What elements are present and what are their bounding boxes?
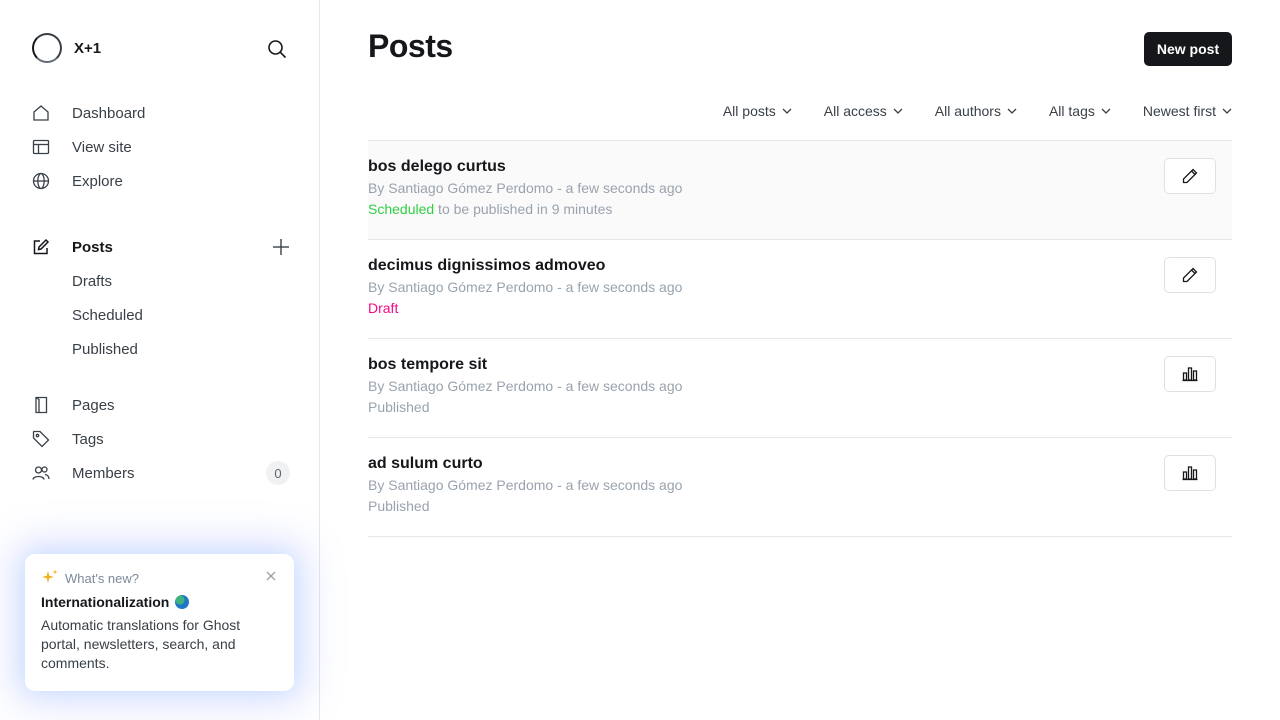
new-post-button[interactable]: New post <box>1144 32 1232 66</box>
main-content: Posts New post All posts All access All … <box>320 0 1280 720</box>
whats-new-title: Internationalization <box>41 594 170 610</box>
filter-tags-dropdown[interactable]: All tags <box>1049 103 1111 119</box>
filter-authors-dropdown[interactable]: All authors <box>935 103 1017 119</box>
sidebar-item-dashboard[interactable]: Dashboard <box>32 96 296 130</box>
status-label: Draft <box>368 300 399 316</box>
globe-emoji-icon <box>175 595 190 609</box>
post-list-item[interactable]: bos tempore sit By Santiago Gómez Perdom… <box>368 339 1232 438</box>
edit-post-button[interactable] <box>1164 257 1216 293</box>
chevron-down-icon <box>782 108 792 114</box>
sidebar-item-tags[interactable]: Tags <box>32 422 296 456</box>
post-meta: By Santiago Gómez Perdomo - a few second… <box>368 477 683 493</box>
post-analytics-button[interactable] <box>1164 455 1216 491</box>
sidebar-item-drafts[interactable]: Drafts <box>32 264 296 298</box>
status-label: Published <box>368 498 430 514</box>
edit-post-button[interactable] <box>1164 158 1216 194</box>
post-title: bos tempore sit <box>368 356 488 373</box>
pencil-icon <box>1182 168 1198 184</box>
filter-label: Newest first <box>1142 103 1216 119</box>
sidebar-item-view-site[interactable]: View site <box>32 130 296 164</box>
sidebar-item-label: Pages <box>72 396 115 414</box>
layout-icon <box>32 138 72 156</box>
sidebar-item-explore[interactable]: Explore <box>32 164 296 198</box>
whats-new-heading: What's new? <box>65 570 140 586</box>
filter-label: All access <box>823 103 887 119</box>
sidebar-item-label: View site <box>72 138 132 156</box>
status-detail: to be published in 9 minutes <box>434 201 613 217</box>
bar-chart-icon <box>1182 466 1198 481</box>
sidebar-item-label: Tags <box>72 430 104 448</box>
pencil-icon <box>1182 267 1198 283</box>
members-count-badge: 0 <box>266 461 290 485</box>
sidebar-item-label: Posts <box>72 238 113 256</box>
filter-label: All tags <box>1048 103 1095 119</box>
tag-icon <box>32 430 72 448</box>
sidebar-item-label: Published <box>72 340 138 358</box>
filter-sort-dropdown[interactable]: Newest first <box>1143 103 1232 119</box>
sidebar-item-members[interactable]: Members 0 <box>32 456 296 490</box>
close-icon[interactable] <box>266 568 280 582</box>
filter-label: All posts <box>722 103 776 119</box>
status-label: Published <box>368 399 430 415</box>
chevron-down-icon <box>1007 108 1017 114</box>
sidebar-item-label: Dashboard <box>72 104 146 122</box>
home-icon <box>32 104 72 122</box>
post-list-item[interactable]: ad sulum curto By Santiago Gómez Perdomo… <box>368 438 1232 537</box>
nav-posts: Posts Drafts Scheduled Published <box>32 230 296 366</box>
post-status: Published <box>368 498 1232 518</box>
plus-icon <box>273 239 289 255</box>
bar-chart-icon <box>1182 367 1198 382</box>
post-meta: By Santiago Gómez Perdomo - a few second… <box>368 378 683 394</box>
whats-new-title-row: Internationalization <box>41 594 278 610</box>
posts-list: bos delego curtus By Santiago Gómez Perd… <box>368 140 1232 537</box>
post-list-item[interactable]: bos delego curtus By Santiago Gómez Perd… <box>368 141 1232 240</box>
sidebar-item-label: Drafts <box>72 272 113 290</box>
search-button[interactable] <box>262 34 292 64</box>
sidebar-item-posts[interactable]: Posts <box>32 230 296 264</box>
filter-access-dropdown[interactable]: All access <box>824 103 903 119</box>
post-status: Scheduled to be published in 9 minutes <box>368 201 1232 221</box>
post-status: Draft <box>368 300 1232 320</box>
edit-icon <box>32 238 72 256</box>
filter-type-dropdown[interactable]: All posts <box>723 103 792 119</box>
chevron-down-icon <box>893 108 903 114</box>
post-status: Published <box>368 399 1232 419</box>
whats-new-header: What's new? <box>41 569 278 588</box>
add-post-button[interactable] <box>270 236 292 258</box>
page-icon <box>32 396 72 414</box>
filter-label: All authors <box>934 103 1001 119</box>
globe-icon <box>32 172 72 190</box>
site-name: X+1 <box>74 39 102 57</box>
sidebar: X+1 Dashboard View site Explore Posts Dr… <box>0 0 320 720</box>
chevron-down-icon <box>1222 108 1232 114</box>
whats-new-description: Automatic translations for Ghost portal,… <box>41 617 241 671</box>
whats-new-card[interactable]: What's new? Internationalization Automat… <box>25 554 294 691</box>
sidebar-item-pages[interactable]: Pages <box>32 388 296 422</box>
sparkle-icon <box>41 569 59 588</box>
nav-secondary: Pages Tags Members 0 <box>32 388 296 490</box>
post-meta: By Santiago Gómez Perdomo - a few second… <box>368 180 683 196</box>
page-title: Posts <box>368 28 453 64</box>
search-icon <box>268 40 287 59</box>
sidebar-item-scheduled[interactable]: Scheduled <box>32 298 296 332</box>
sidebar-item-published[interactable]: Published <box>32 332 296 366</box>
post-title: bos delego curtus <box>368 158 506 175</box>
sidebar-item-label: Explore <box>72 172 123 190</box>
sidebar-item-label: Scheduled <box>72 306 143 324</box>
brand[interactable]: X+1 <box>32 32 101 64</box>
sidebar-item-label: Members <box>72 464 135 482</box>
status-label: Scheduled <box>368 201 435 217</box>
post-analytics-button[interactable] <box>1164 356 1216 392</box>
chevron-down-icon <box>1101 108 1111 114</box>
nav-primary: Dashboard View site Explore <box>32 96 296 198</box>
members-icon <box>32 464 72 482</box>
filter-bar: All posts All access All authors All tag… <box>691 100 1232 122</box>
post-meta: By Santiago Gómez Perdomo - a few second… <box>368 279 683 295</box>
post-list-item[interactable]: decimus dignissimos admoveo By Santiago … <box>368 240 1232 339</box>
site-logo <box>32 33 62 63</box>
post-title: ad sulum curto <box>368 455 483 472</box>
post-title: decimus dignissimos admoveo <box>368 257 606 274</box>
